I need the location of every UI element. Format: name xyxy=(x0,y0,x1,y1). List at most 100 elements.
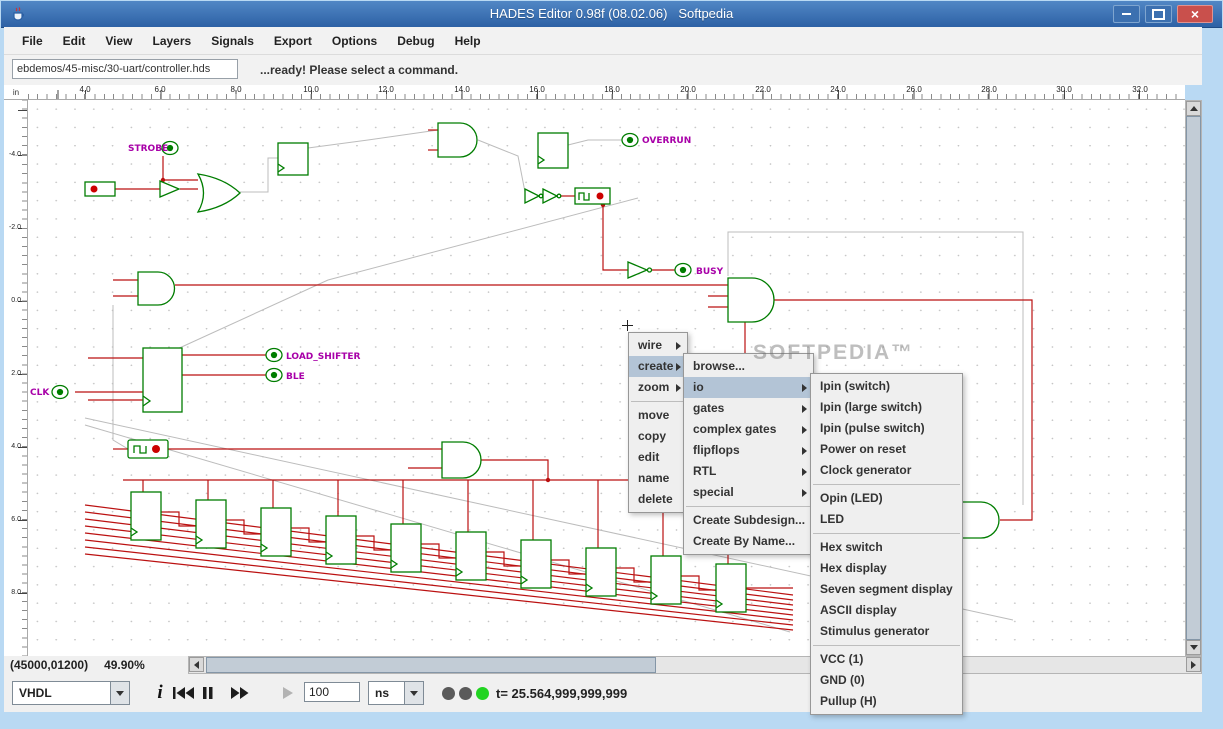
menubar-view[interactable]: View xyxy=(95,30,142,52)
interval-input[interactable] xyxy=(304,682,360,702)
switch-component xyxy=(84,181,116,197)
io-menu-vcc[interactable]: VCC (1) xyxy=(811,649,962,670)
io-menu-ascii-display[interactable]: ASCII display xyxy=(811,600,962,621)
h-ruler-label: 30.0 xyxy=(1056,85,1072,94)
combo-arrow-button[interactable] xyxy=(404,682,423,704)
menubar-layers[interactable]: Layers xyxy=(142,30,201,52)
io-menu-hex-switch[interactable]: Hex switch xyxy=(811,537,962,558)
schematic-canvas[interactable]: STROBE OVERRUN BUSY LOAD_SHIFTER BLE CLK xyxy=(28,100,1185,656)
menubar-options[interactable]: Options xyxy=(322,30,387,52)
status-message: ...ready! Please select a command. xyxy=(260,63,459,77)
io-menu-opin-led[interactable]: Opin (LED) xyxy=(811,488,962,509)
combo-arrow-button[interactable] xyxy=(110,682,129,704)
h-ruler-label: 18.0 xyxy=(604,85,620,94)
context-menu-move[interactable]: move xyxy=(629,405,687,426)
v-ruler-label: 2.0 xyxy=(11,370,21,377)
close-button[interactable]: × xyxy=(1177,5,1213,23)
menubar-signals[interactable]: Signals xyxy=(201,30,264,52)
scroll-up-button[interactable] xyxy=(1186,101,1201,116)
vertical-scrollbar[interactable] xyxy=(1185,100,1202,656)
create-menu-rtl[interactable]: RTL xyxy=(684,461,813,482)
v-ruler-label: 0.0 xyxy=(11,297,21,304)
arrow-down-icon xyxy=(1189,645,1198,650)
sim-status-light-1 xyxy=(442,687,455,700)
io-menu-led[interactable]: LED xyxy=(811,509,962,530)
info-button[interactable]: i xyxy=(150,682,170,704)
context-menu-copy[interactable]: copy xyxy=(629,426,687,447)
context-menu-name[interactable]: name xyxy=(629,468,687,489)
rewind-button[interactable] xyxy=(172,686,195,700)
fast-forward-button[interactable] xyxy=(230,686,250,700)
menubar-debug[interactable]: Debug xyxy=(387,30,444,52)
switch-indicator-dots xyxy=(90,185,604,453)
title-bar[interactable]: HADES Editor 0.98f (08.02.06) Softpedia … xyxy=(1,1,1222,28)
minimize-button[interactable] xyxy=(1113,5,1140,23)
io-menu-hex-display[interactable]: Hex display xyxy=(811,558,962,579)
vertical-scroll-thumb[interactable] xyxy=(1186,116,1201,640)
chevron-down-icon xyxy=(410,690,418,696)
strobe-label: STROBE xyxy=(128,144,168,154)
io-menu-ipin-switch[interactable]: Ipin (switch) xyxy=(811,376,962,397)
create-menu-browse[interactable]: browse... xyxy=(684,356,813,377)
create-menu-io[interactable]: io xyxy=(684,377,813,398)
h-ruler-label: 22.0 xyxy=(755,85,771,94)
create-menu-flipflops[interactable]: flipflops xyxy=(684,440,813,461)
status-bar: (45000,01200) 49.90% xyxy=(4,656,188,674)
h-ruler-label: 12.0 xyxy=(378,85,394,94)
io-submenu: Ipin (switch) Ipin (large switch) Ipin (… xyxy=(810,373,963,715)
menubar-export[interactable]: Export xyxy=(264,30,322,52)
horizontal-scrollbar[interactable] xyxy=(188,656,1202,674)
simulation-time: t= 25.564,999,999,999 xyxy=(496,686,628,701)
context-menu-wire[interactable]: wire xyxy=(629,335,687,356)
io-menu-ipin-large-switch[interactable]: Ipin (large switch) xyxy=(811,397,962,418)
minimize-icon xyxy=(1122,13,1131,15)
h-ruler-label: 32.0 xyxy=(1132,85,1148,94)
h-ruler-label: 8.0 xyxy=(230,85,242,94)
io-menu-ipin-pulse-switch[interactable]: Ipin (pulse switch) xyxy=(811,418,962,439)
create-menu-create-by-name[interactable]: Create By Name... xyxy=(684,531,813,552)
io-menu-stimulus-generator[interactable]: Stimulus generator xyxy=(811,621,962,642)
create-menu-special[interactable]: special xyxy=(684,482,813,503)
h-ruler-label: 28.0 xyxy=(981,85,997,94)
context-menu-delete[interactable]: delete xyxy=(629,489,687,510)
time-unit-value: ns xyxy=(375,686,390,700)
io-menu-clock-generator[interactable]: Clock generator xyxy=(811,460,962,481)
and-gate xyxy=(727,277,775,323)
create-menu-create-subdesign[interactable]: Create Subdesign... xyxy=(684,510,813,531)
h-ruler-label: 4.0 xyxy=(79,85,91,94)
io-menu-seven-segment-display[interactable]: Seven segment display xyxy=(811,579,962,600)
scroll-right-button[interactable] xyxy=(1186,657,1201,672)
buffer-gate xyxy=(627,261,649,279)
menubar-file[interactable]: File xyxy=(12,30,53,52)
horizontal-scroll-thumb[interactable] xyxy=(206,657,656,673)
time-unit-select[interactable]: ns xyxy=(368,681,424,705)
context-menu-create[interactable]: create xyxy=(629,356,687,377)
maximize-button[interactable] xyxy=(1145,5,1172,23)
menu-separator xyxy=(813,645,960,646)
inverter-gate xyxy=(524,187,541,205)
context-menu-zoom[interactable]: zoom xyxy=(629,377,687,398)
context-menu-edit[interactable]: edit xyxy=(629,447,687,468)
pause-button[interactable] xyxy=(202,686,214,700)
busy-label: BUSY xyxy=(696,267,724,277)
io-menu-gnd[interactable]: GND (0) xyxy=(811,670,962,691)
scroll-down-button[interactable] xyxy=(1186,640,1201,655)
io-menu-power-on-reset[interactable]: Power on reset xyxy=(811,439,962,460)
run-button[interactable] xyxy=(282,686,294,700)
menu-separator xyxy=(813,533,960,534)
maximize-icon xyxy=(1152,8,1165,20)
scroll-left-button[interactable] xyxy=(189,657,204,672)
h-ruler-label: 26.0 xyxy=(906,85,922,94)
menubar-edit[interactable]: Edit xyxy=(53,30,96,52)
create-menu-gates[interactable]: gates xyxy=(684,398,813,419)
menubar-help[interactable]: Help xyxy=(445,30,491,52)
io-menu-pullup[interactable]: Pullup (H) xyxy=(811,691,962,712)
create-menu-complex-gates[interactable]: complex gates xyxy=(684,419,813,440)
mode-select[interactable]: VHDL xyxy=(12,681,130,705)
and-gate xyxy=(957,501,1000,539)
menu-separator xyxy=(686,506,811,507)
window-title: HADES Editor 0.98f (08.02.06) Softpedia xyxy=(489,6,734,21)
zoom-level: 49.90% xyxy=(104,658,145,672)
file-path-input[interactable] xyxy=(12,59,238,79)
ruler-unit-label: in xyxy=(4,85,28,100)
